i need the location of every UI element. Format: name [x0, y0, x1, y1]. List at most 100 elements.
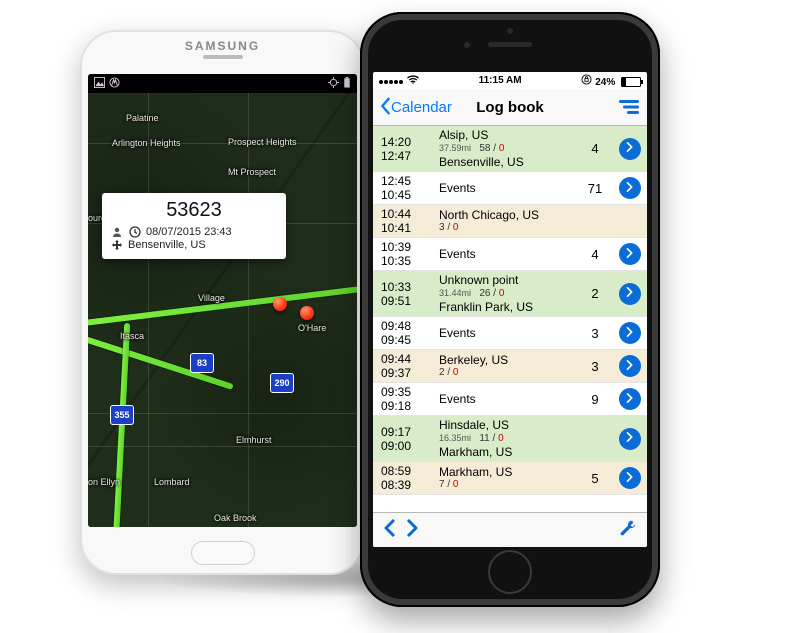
entry-title: Berkeley, US	[439, 353, 574, 367]
map-city-label: Oak Brook	[214, 513, 257, 523]
disclosure-button[interactable]	[619, 388, 641, 410]
battery-percent-label: 24%	[595, 77, 615, 88]
entry-times: 10:3910:35	[373, 238, 436, 270]
entry-title: Hinsdale, US	[439, 418, 574, 432]
iphone-home-button[interactable]	[488, 550, 532, 594]
log-entry[interactable]: 10:3309:51Unknown point31.44mi 26 / 0Fra…	[373, 271, 647, 317]
iphone-front-camera	[464, 42, 470, 48]
signal-strength-icon	[379, 76, 407, 87]
disclosure-button[interactable]	[619, 355, 641, 377]
entry-times: 14:2012:47	[373, 126, 436, 171]
clock-icon	[128, 225, 141, 238]
settings-button[interactable]	[619, 519, 637, 542]
battery-icon	[621, 77, 641, 87]
map-city-label: on Ellyn	[88, 477, 120, 487]
person-icon	[110, 225, 123, 238]
map-city-label: O'Hare	[298, 323, 326, 333]
log-entry[interactable]: 09:3509:18Events9	[373, 383, 647, 416]
disclosure-button[interactable]	[619, 283, 641, 305]
prev-button[interactable]	[383, 519, 397, 542]
samsung-screen: Palatine Arlington Heights Prospect Height…	[88, 74, 357, 527]
log-entry[interactable]: 08:5908:39Markham, US7 / 05	[373, 462, 647, 495]
entry-times: 12:4510:45	[373, 172, 436, 204]
android-status-bar	[88, 74, 357, 93]
highway-shield: 355	[110, 405, 134, 425]
highway-shield: 83	[190, 353, 214, 373]
entry-ratio: 7 / 0	[439, 479, 574, 491]
next-button[interactable]	[405, 519, 419, 542]
map-city-label: Arlington Heights	[112, 138, 181, 148]
chevron-right-icon	[626, 327, 634, 340]
entry-count: 5	[577, 462, 613, 494]
log-entry[interactable]: 09:4409:37Berkeley, US2 / 03	[373, 350, 647, 383]
map-pin[interactable]	[273, 297, 287, 311]
log-entry[interactable]: 12:4510:45Events71	[373, 172, 647, 205]
status-time: 11:15 AM	[479, 75, 522, 86]
back-button[interactable]: Calendar	[379, 97, 452, 118]
map-city-label: Palatine	[126, 113, 159, 123]
log-entry[interactable]: 14:2012:47Alsip, US37.59mi 58 / 0Bensenv…	[373, 126, 647, 172]
entry-miles: 16.35mi	[439, 433, 471, 443]
map-view[interactable]: Palatine Arlington Heights Prospect Height…	[88, 93, 357, 527]
entry-title-2: Markham, US	[439, 445, 574, 459]
map-city-label: Village	[198, 293, 225, 303]
entry-title: Events	[439, 181, 574, 195]
entry-title: Markham, US	[439, 465, 574, 479]
entry-title: Events	[439, 392, 574, 406]
crosshair-icon	[328, 77, 339, 91]
chevron-right-icon	[626, 393, 634, 406]
entry-title: Unknown point	[439, 273, 574, 287]
entry-count	[577, 416, 613, 461]
log-entry[interactable]: 10:3910:35Events4	[373, 238, 647, 271]
map-city-label: Lombard	[154, 477, 190, 487]
log-entry[interactable]: 10:4410:41North Chicago, US3 / 0	[373, 205, 647, 238]
samsung-speaker	[203, 55, 243, 59]
wifi-icon	[407, 76, 419, 87]
iphone-screen: 11:15 AM 24% Calendar Log book	[373, 72, 647, 547]
callout-timestamp: 08/07/2015 23:43	[146, 226, 232, 238]
log-entry[interactable]: 09:1709:00Hinsdale, US16.35mi 11 / 0Mark…	[373, 416, 647, 462]
highway-route	[88, 284, 357, 328]
map-pin[interactable]	[300, 306, 314, 320]
chevron-left-icon	[379, 97, 391, 118]
callout-id-label: 53623	[110, 199, 278, 222]
log-entry[interactable]: 09:4809:45Events3	[373, 317, 647, 350]
chevron-right-icon	[626, 142, 634, 155]
entry-times: 10:4410:41	[373, 205, 436, 237]
map-city-label: Mt Prospect	[228, 167, 276, 177]
entry-ratio: 3 / 0	[439, 222, 574, 234]
entry-miles: 31.44mi	[439, 288, 471, 298]
chevron-right-icon	[626, 248, 634, 261]
samsung-home-button[interactable]	[191, 541, 255, 565]
log-list[interactable]: 14:2012:47Alsip, US37.59mi 58 / 0Bensenv…	[373, 126, 647, 512]
entry-times: 09:4809:45	[373, 317, 436, 349]
disclosure-button[interactable]	[619, 138, 641, 160]
menu-icon	[619, 99, 639, 115]
image-icon	[94, 77, 105, 91]
entry-ratio: 37.59mi 58 / 0	[439, 142, 574, 155]
move-icon	[110, 238, 123, 251]
disclosure-button[interactable]	[619, 467, 641, 489]
iphone-frame: 11:15 AM 24% Calendar Log book	[360, 12, 660, 607]
map-city-label: Elmhurst	[236, 435, 272, 445]
chevron-right-icon	[626, 432, 634, 445]
entry-title-2: Franklin Park, US	[439, 300, 574, 314]
map-city-label: Itasca	[120, 331, 144, 341]
disclosure-button[interactable]	[619, 428, 641, 450]
entry-title-2: Bensenville, US	[439, 155, 574, 169]
ios-nav-bar: Calendar Log book	[373, 89, 647, 126]
entry-count: 71	[577, 172, 613, 204]
disclosure-button[interactable]	[619, 177, 641, 199]
rotation-lock-icon	[581, 77, 595, 88]
entry-count: 3	[577, 350, 613, 382]
chevron-right-icon	[626, 182, 634, 195]
entry-count: 9	[577, 383, 613, 415]
disclosure-button[interactable]	[619, 322, 641, 344]
map-city-label: Prospect Heights	[228, 137, 297, 147]
map-callout[interactable]: 53623 08/07/2015 23:43 Bensenville, US	[102, 193, 286, 259]
entry-times: 09:1709:00	[373, 416, 436, 461]
menu-button[interactable]	[619, 99, 639, 115]
entry-times: 09:4409:37	[373, 350, 436, 382]
disclosure-button[interactable]	[619, 243, 641, 265]
samsung-phone-frame: SAMSUNG	[80, 30, 365, 575]
